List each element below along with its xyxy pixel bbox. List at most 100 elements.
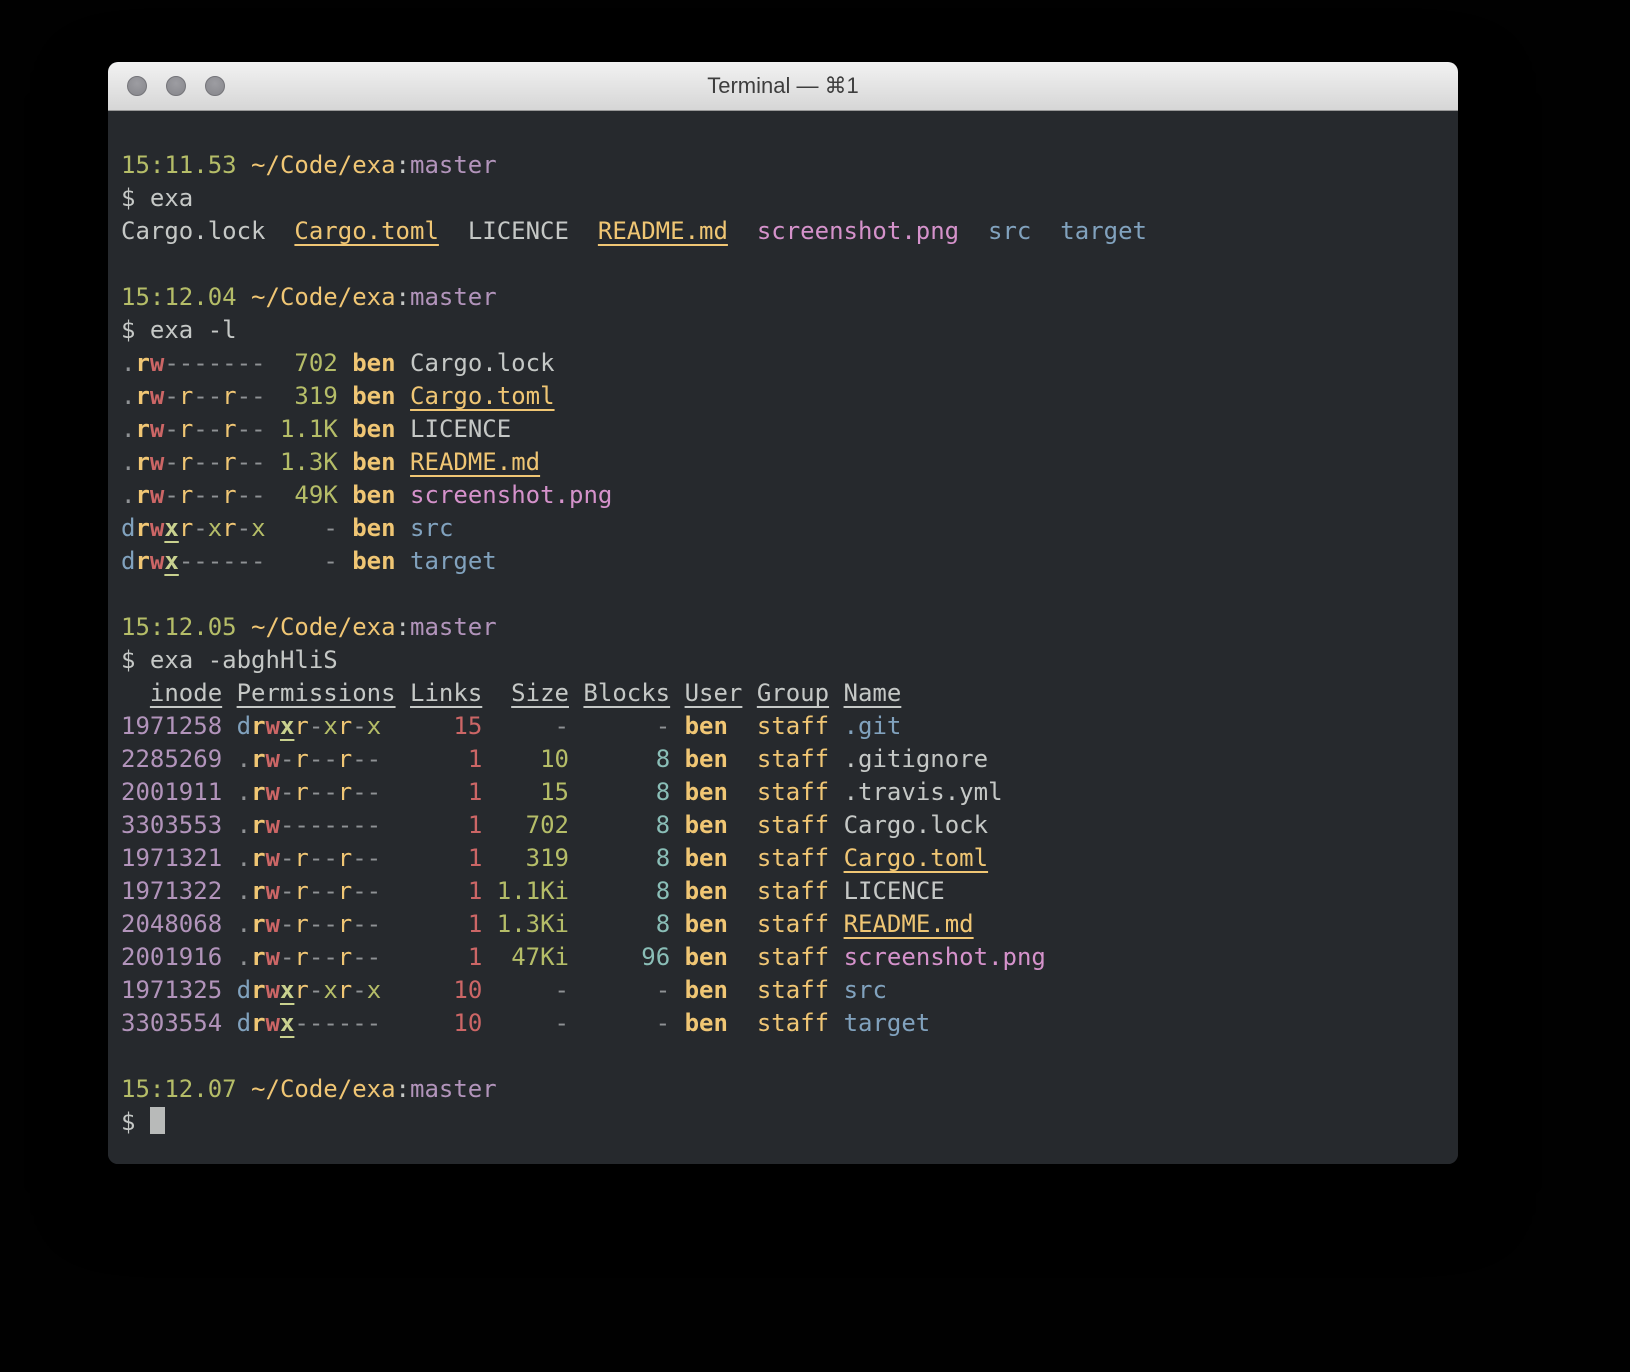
terminal-text-segment: w: [266, 910, 280, 938]
terminal-line: .rw-r--r-- 319 ben Cargo.toml: [121, 380, 1448, 413]
terminal-line: 2001916 .rw-r--r-- 1 47Ki 96 ben staff s…: [121, 941, 1448, 974]
terminal-text-segment: w: [150, 514, 164, 542]
terminal-text-segment: 702: [482, 811, 569, 839]
terminal-text-segment: x: [367, 712, 381, 740]
terminal-text-segment: [728, 877, 757, 905]
terminal-text-segment: r: [251, 811, 265, 839]
terminal-text-segment: r: [222, 481, 236, 509]
terminal-text-segment: -: [280, 943, 294, 971]
terminal-line: $ exa -abghHliS: [121, 644, 1448, 677]
terminal-text-segment: staff: [757, 811, 829, 839]
close-button[interactable]: [127, 76, 147, 96]
terminal-text-segment: User: [685, 679, 743, 707]
title-bar[interactable]: Terminal — ⌘1: [108, 62, 1458, 111]
terminal-text-segment: r: [251, 745, 265, 773]
terminal-text-segment: [670, 679, 684, 707]
terminal-text-segment: [670, 745, 684, 773]
terminal-output[interactable]: 15:11.53 ~/Code/exa:master$ exaCargo.loc…: [108, 111, 1458, 1164]
terminal-text-segment: r: [338, 712, 352, 740]
terminal-text-segment: [222, 943, 236, 971]
terminal-text-segment: ~/Code/exa: [251, 151, 396, 179]
terminal-text-segment: -: [193, 514, 207, 542]
terminal-text-segment: --: [352, 844, 381, 872]
terminal-text-segment: [396, 415, 410, 443]
terminal-text-segment: staff: [757, 976, 829, 1004]
terminal-text-segment: -: [164, 481, 178, 509]
terminal-text-segment: :: [396, 1075, 410, 1103]
terminal-text-segment: [670, 712, 684, 740]
terminal-text-segment: r: [338, 745, 352, 773]
terminal-text-segment: x: [323, 712, 337, 740]
terminal-line: 3303553 .rw------- 1 702 8 ben staff Car…: [121, 809, 1448, 842]
terminal-text-segment: 2048068: [121, 910, 222, 938]
terminal-text-segment: r: [222, 382, 236, 410]
terminal-text-segment: Size: [511, 679, 569, 707]
terminal-text-segment: [338, 448, 352, 476]
terminal-text-segment: master: [410, 613, 497, 641]
terminal-text-segment: [338, 382, 352, 410]
terminal-text-segment: --: [309, 910, 338, 938]
terminal-text-segment: 1.1Ki: [482, 877, 569, 905]
terminal-text-segment: 319: [266, 382, 338, 410]
terminal-text-segment: r: [179, 514, 193, 542]
terminal-text-segment: staff: [757, 1009, 829, 1037]
terminal-text-segment: :: [396, 151, 410, 179]
terminal-text-segment: r: [338, 877, 352, 905]
terminal-text-segment: .: [121, 349, 135, 377]
terminal-text-segment: --: [309, 844, 338, 872]
terminal-text-segment: d: [237, 712, 251, 740]
terminal-text-segment: [829, 745, 843, 773]
terminal-text-segment: [829, 712, 843, 740]
zoom-button[interactable]: [205, 76, 225, 96]
terminal-text-segment: :: [396, 613, 410, 641]
terminal-text-segment: .: [121, 448, 135, 476]
terminal-text-segment: [670, 976, 684, 1004]
terminal-text-segment: w: [150, 349, 164, 377]
terminal-text-segment: -: [280, 778, 294, 806]
terminal-text-segment: [728, 712, 757, 740]
terminal-text-segment: [728, 217, 757, 245]
terminal-text-segment: ben: [685, 844, 728, 872]
terminal-text-segment: --: [193, 415, 222, 443]
terminal-text-segment: inode: [150, 679, 222, 707]
terminal-text-segment: -: [569, 976, 670, 1004]
terminal-text-segment: --: [352, 910, 381, 938]
terminal-text-segment: 1: [381, 844, 482, 872]
terminal-text-segment: [670, 910, 684, 938]
terminal-text-segment: [569, 679, 583, 707]
terminal-text-segment: w: [150, 382, 164, 410]
terminal-text-segment: screenshot.png: [410, 481, 612, 509]
terminal-text-segment: r: [294, 943, 308, 971]
terminal-line: drwx------ - ben target: [121, 545, 1448, 578]
terminal-text-segment: ------: [179, 547, 266, 575]
terminal-text-segment: r: [294, 712, 308, 740]
terminal-line: 2048068 .rw-r--r-- 1 1.3Ki 8 ben staff R…: [121, 908, 1448, 941]
terminal-line: $ exa: [121, 182, 1448, 215]
minimize-button[interactable]: [166, 76, 186, 96]
terminal-text-segment: w: [266, 943, 280, 971]
terminal-text-segment: [222, 910, 236, 938]
terminal-text-segment: r: [135, 349, 149, 377]
terminal-text-segment: [728, 943, 757, 971]
terminal-text-segment: Cargo.toml: [410, 382, 555, 410]
terminal-text-segment: [670, 844, 684, 872]
terminal-text-segment: --: [352, 778, 381, 806]
window-title: Terminal — ⌘1: [707, 73, 859, 99]
terminal-text-segment: screenshot.png: [844, 943, 1046, 971]
terminal-text-segment: Name: [844, 679, 902, 707]
terminal-text-segment: [670, 1009, 684, 1037]
terminal-text-segment: staff: [757, 778, 829, 806]
terminal-text-segment: :: [396, 283, 410, 311]
terminal-text-segment: README.md: [598, 217, 728, 245]
terminal-text-segment: r: [135, 547, 149, 575]
terminal-text-segment: [222, 745, 236, 773]
terminal-line: 2285269 .rw-r--r-- 1 10 8 ben staff .git…: [121, 743, 1448, 776]
terminal-text-segment: [670, 943, 684, 971]
terminal-text-segment: --: [352, 877, 381, 905]
terminal-text-segment: Cargo.lock: [844, 811, 989, 839]
terminal-text-segment: .git: [844, 712, 902, 740]
terminal-line: .rw------- 702 ben Cargo.lock: [121, 347, 1448, 380]
terminal-text-segment: r: [222, 448, 236, 476]
terminal-text-segment: [222, 811, 236, 839]
terminal-text-segment: 8: [569, 844, 670, 872]
